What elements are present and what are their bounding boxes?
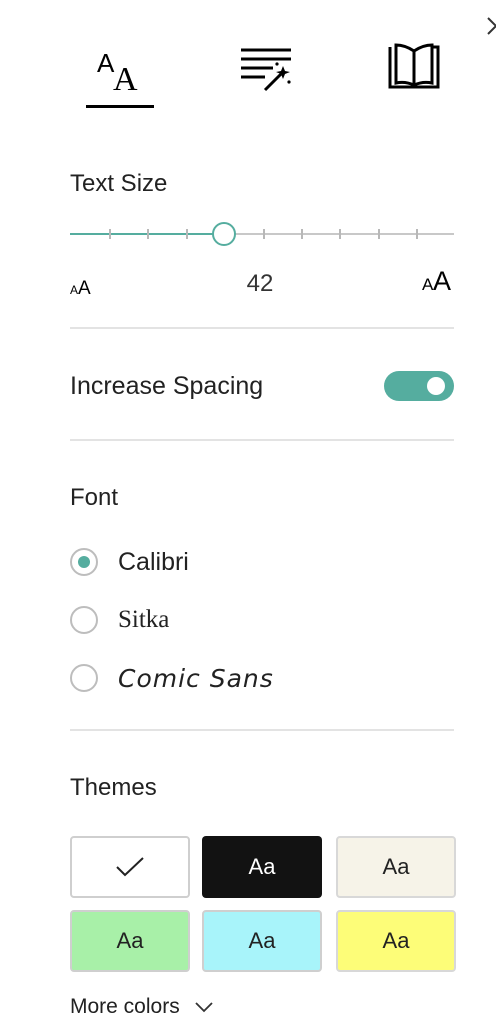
theme-green[interactable]: Aa xyxy=(70,910,190,972)
checkmark-icon xyxy=(116,857,144,877)
text-size-icon: A A xyxy=(97,48,138,92)
text-size-slider[interactable] xyxy=(70,220,454,248)
theme-sepia[interactable]: Aa xyxy=(336,836,456,898)
chevron-down-icon xyxy=(195,1002,213,1013)
grammar-tools-icon xyxy=(241,48,291,92)
book-icon xyxy=(388,43,440,89)
increase-spacing-label: Increase Spacing xyxy=(70,372,264,400)
more-colors-button[interactable]: More colors xyxy=(70,992,214,1022)
tab-text-options[interactable]: A A xyxy=(86,38,154,98)
font-option-label: Comic Sans xyxy=(118,663,274,693)
theme-yellow[interactable]: Aa xyxy=(336,910,456,972)
font-option-calibri[interactable]: Calibri xyxy=(70,546,189,578)
selected-tab-indicator xyxy=(86,105,154,108)
divider xyxy=(70,439,454,441)
font-option-label: Sitka xyxy=(118,606,170,633)
themes-title: Themes xyxy=(70,774,157,801)
font-option-sitka[interactable]: Sitka xyxy=(70,604,169,636)
tab-grammar-tools[interactable] xyxy=(232,38,300,98)
font-option-comic-sans[interactable]: Comic Sans xyxy=(70,662,274,694)
divider xyxy=(70,729,454,731)
toggle-knob xyxy=(427,377,445,395)
svg-text:A: A xyxy=(113,61,138,92)
theme-white[interactable] xyxy=(70,836,190,898)
slider-thumb[interactable] xyxy=(212,222,236,246)
tab-reading-preferences[interactable] xyxy=(380,38,448,98)
font-title: Font xyxy=(70,484,119,511)
svg-text:A: A xyxy=(433,266,451,296)
text-size-scale: A A 42 A A xyxy=(70,262,454,302)
text-size-value: 42 xyxy=(246,270,274,297)
radio-unselected xyxy=(70,606,98,634)
slider-track xyxy=(70,222,454,246)
font-option-label: Calibri xyxy=(118,547,189,576)
text-size-title: Text Size xyxy=(70,170,168,197)
increase-spacing-toggle[interactable] xyxy=(384,371,454,401)
theme-black[interactable]: Aa xyxy=(202,836,322,898)
divider xyxy=(70,327,454,329)
more-colors-label: More colors xyxy=(70,995,180,1018)
tab-bar: A A xyxy=(0,0,496,110)
theme-cyan[interactable]: Aa xyxy=(202,910,322,972)
radio-selected xyxy=(70,548,98,576)
increase-size-icon: A A xyxy=(422,266,451,296)
radio-unselected xyxy=(70,664,98,692)
